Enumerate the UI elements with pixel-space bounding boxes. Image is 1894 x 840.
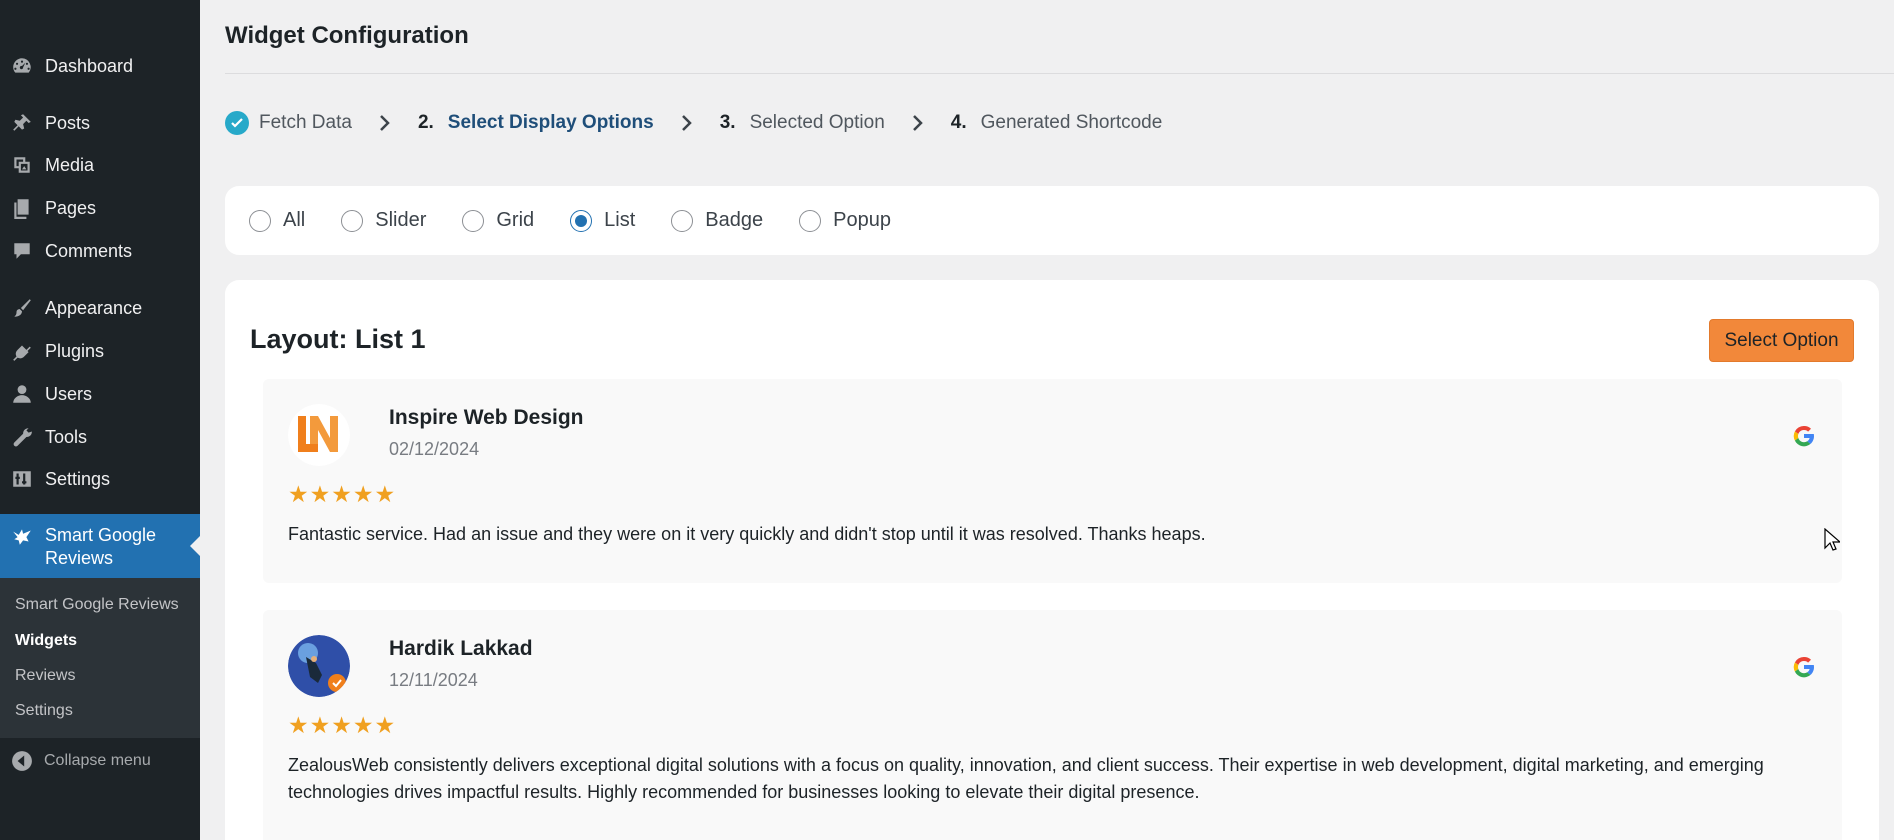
submenu: Smart Google Reviews Widgets Reviews Set… (0, 578, 200, 738)
google-icon (1790, 653, 1818, 681)
menu-label: Dashboard (45, 55, 134, 76)
step-number: 3. (719, 112, 736, 133)
google-icon (1790, 422, 1818, 450)
menu-item-posts[interactable]: Posts (0, 103, 200, 143)
radio-option-badge[interactable]: Badge (671, 209, 763, 232)
menu-label: Media (45, 154, 95, 175)
star-rating: ★★★★★ (288, 712, 397, 738)
star-rating: ★★★★★ (288, 481, 397, 507)
wrench-icon (10, 425, 34, 449)
review-card: Inspire Web Design 02/12/2024 ★★★★★ Fant… (263, 379, 1842, 583)
radio-button[interactable] (341, 209, 364, 232)
radio-button[interactable] (249, 209, 271, 232)
submenu-item-settings[interactable]: Settings (15, 702, 73, 720)
menu-item-smart-google-reviews[interactable]: Smart Google Reviews (0, 514, 200, 578)
users-icon (10, 382, 34, 406)
menu-item-media[interactable]: Media (0, 145, 200, 185)
menu-item-plugins[interactable]: Plugins (0, 331, 200, 371)
avatar (288, 635, 350, 697)
menu-item-appearance[interactable]: Appearance (0, 288, 200, 328)
step-select-display-options[interactable]: Select Display Options (448, 112, 654, 134)
radio-button[interactable] (799, 209, 822, 232)
menu-label: Smart Google Reviews (45, 525, 157, 568)
step-number: 4. (950, 112, 967, 133)
pages-icon (10, 196, 34, 220)
title-divider (225, 73, 1894, 74)
collapse-arrow-icon (11, 750, 33, 772)
menu-label: Comments (45, 240, 133, 261)
mouse-pointer-icon (1824, 527, 1842, 552)
menu-item-pages[interactable]: Pages (0, 188, 200, 228)
step-progress: Fetch Data 2. Select Display Options 3. … (225, 108, 1162, 138)
collapse-menu-button[interactable]: Collapse menu (0, 748, 151, 774)
menu-label: Pages (45, 197, 97, 218)
layout-preview-card: Layout: List 1 Select Option Inspire Web… (225, 280, 1879, 840)
layout-title: Layout: List 1 (250, 324, 426, 354)
review-card: Hardik Lakkad 12/11/2024 ★★★★★ ZealousWe… (263, 610, 1842, 840)
submenu-item-smart-google-reviews[interactable]: Smart Google Reviews (15, 596, 179, 614)
reviewer-name: Inspire Web Design (389, 406, 584, 429)
review-text: Fantastic service. Had an issue and they… (288, 524, 1206, 544)
settings-sliders-icon (10, 467, 34, 491)
menu-label: Tools (45, 426, 88, 447)
step-selected-option[interactable]: Selected Option (750, 112, 885, 134)
menu-label: Posts (45, 112, 91, 133)
menu-label: Appearance (45, 297, 143, 318)
menu-item-users[interactable]: Users (0, 374, 200, 414)
radio-label: All (283, 209, 306, 231)
avatar (288, 404, 350, 466)
radio-button[interactable] (671, 209, 694, 232)
plugin-icon (10, 339, 34, 363)
radio-option-slider[interactable]: Slider (341, 209, 426, 232)
menu-label: Settings (45, 468, 111, 489)
active-indicator (190, 536, 200, 556)
chevron-right-icon (680, 113, 694, 133)
radio-option-all[interactable]: All (249, 209, 305, 232)
review-date: 02/12/2024 (389, 439, 480, 459)
chevron-right-icon (378, 113, 392, 133)
radio-option-popup[interactable]: Popup (799, 209, 891, 232)
review-date: 12/11/2024 (389, 670, 478, 690)
radio-option-list[interactable]: List (570, 209, 635, 232)
submenu-item-widgets[interactable]: Widgets (15, 632, 77, 650)
comments-icon (10, 239, 34, 263)
menu-label: Users (45, 383, 93, 404)
bird-icon (10, 524, 34, 548)
menu-item-comments[interactable]: Comments (0, 231, 200, 271)
admin-sidebar: Dashboard Posts Media Pages Comments App… (0, 0, 200, 840)
display-options-group: All Slider Grid List Badge Popup (225, 186, 1879, 255)
radio-label: Slider (375, 209, 427, 231)
chevron-right-icon (911, 113, 925, 133)
reviewer-name: Hardik Lakkad (389, 637, 533, 660)
page-title: Widget Configuration (225, 22, 469, 49)
radio-label: Badge (705, 209, 764, 231)
menu-label: Plugins (45, 340, 105, 361)
radio-label: List (604, 209, 636, 231)
menu-item-tools[interactable]: Tools (0, 417, 200, 457)
paintbrush-icon (10, 296, 34, 320)
menu-item-dashboard[interactable]: Dashboard (0, 46, 200, 86)
dashboard-icon (10, 54, 34, 78)
step-fetch-data[interactable]: Fetch Data (259, 112, 352, 134)
radio-label: Grid (496, 209, 535, 231)
collapse-label: Collapse menu (44, 752, 151, 769)
menu-item-settings[interactable]: Settings (0, 459, 200, 499)
step-number: 2. (417, 112, 434, 133)
radio-button[interactable] (462, 209, 485, 232)
select-option-button[interactable]: Select Option (1709, 319, 1854, 362)
submenu-item-reviews[interactable]: Reviews (15, 667, 75, 685)
radio-label: Popup (833, 209, 891, 231)
step-generated-shortcode[interactable]: Generated Shortcode (981, 112, 1163, 134)
review-text: ZealousWeb consistently delivers excepti… (288, 755, 1764, 802)
radio-option-grid[interactable]: Grid (462, 209, 534, 232)
check-circle-icon (225, 111, 249, 135)
pushpin-icon (10, 111, 34, 135)
radio-button-checked[interactable] (570, 209, 593, 232)
media-icon (10, 153, 34, 177)
